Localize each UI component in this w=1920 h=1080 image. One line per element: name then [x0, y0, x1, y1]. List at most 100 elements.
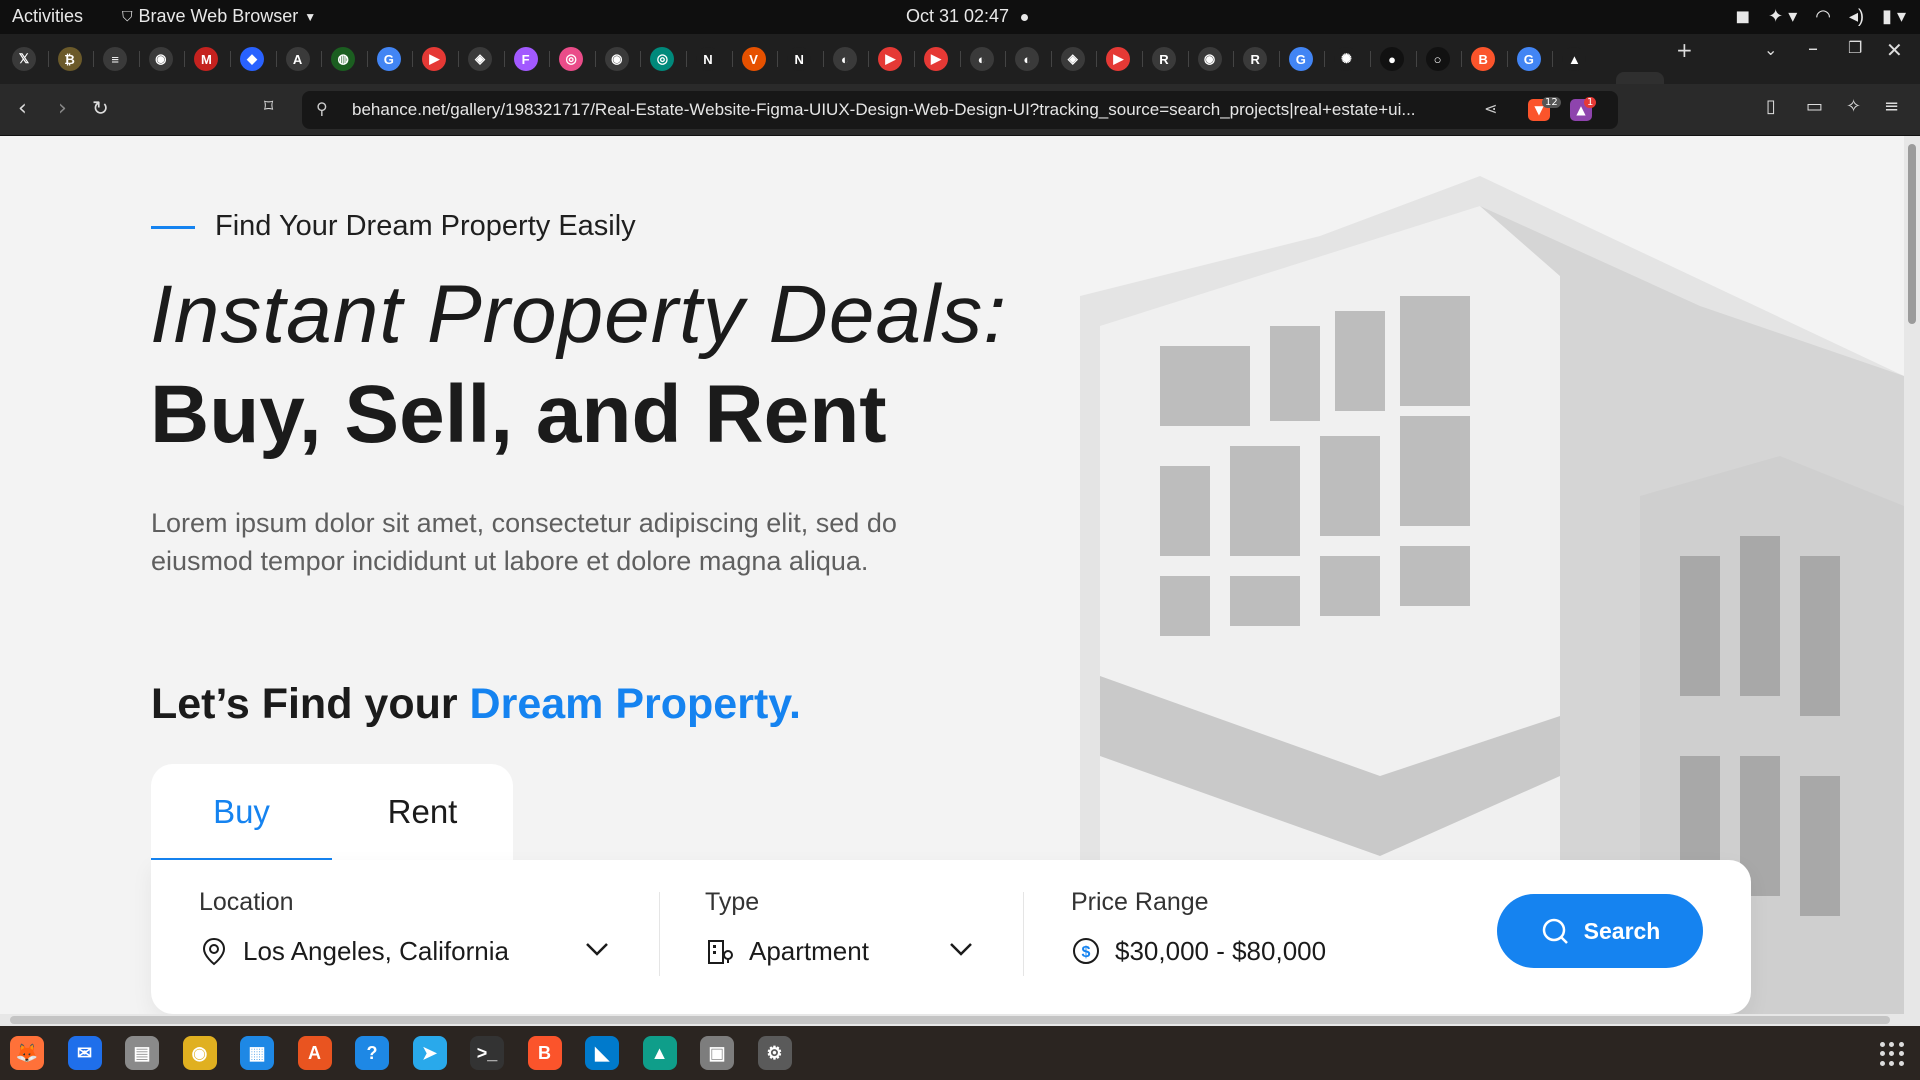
type-field[interactable]: Type Apartment — [705, 888, 972, 966]
system-tray[interactable]: ◼ ✦ ▾ ◠ ◂) ▮ ▾ — [1735, 6, 1906, 27]
tab-separator — [1005, 51, 1007, 67]
thunderbird-icon[interactable]: ✉ — [67, 1036, 102, 1070]
chevron-down-icon[interactable] — [583, 934, 611, 962]
coin-icon[interactable]: ₿ — [57, 47, 82, 71]
v-icon[interactable]: V — [741, 47, 766, 71]
chrome-icon[interactable]: ◉ — [604, 47, 629, 71]
reload-icon[interactable]: ↻ — [92, 96, 109, 120]
window-close-icon[interactable]: ✕ — [1886, 38, 1903, 62]
vscode-icon[interactable]: ◣ — [585, 1036, 619, 1070]
forward-icon[interactable]: › — [58, 96, 67, 121]
brave-icon[interactable]: B — [1471, 47, 1496, 71]
google-icon[interactable]: G — [1516, 47, 1541, 71]
discord-icon[interactable]: ◼ — [1735, 6, 1750, 27]
r-icon[interactable]: R — [1152, 47, 1176, 71]
tab-buy[interactable]: Buy — [151, 764, 332, 862]
sidebar-icon[interactable]: ▯ — [1766, 96, 1776, 117]
tab-separator — [1050, 51, 1052, 67]
green-icon[interactable]: ◍ — [331, 47, 356, 71]
help-icon[interactable]: ? — [355, 1036, 389, 1070]
youtube-icon[interactable]: ▶ — [1106, 47, 1131, 71]
activities-button[interactable]: Activities — [12, 6, 83, 27]
clock[interactable]: Oct 31 02:47 — [906, 6, 1029, 27]
show-apps-icon[interactable] — [1880, 1042, 1904, 1066]
dark-icon[interactable]: ● — [1380, 47, 1404, 71]
tab-separator — [1552, 51, 1554, 67]
share-icon[interactable]: ⋖ — [1484, 99, 1497, 118]
find-title-accent: Dream Property. — [469, 680, 801, 728]
search-icon — [1542, 918, 1568, 944]
screenshot-icon[interactable]: ▣ — [700, 1036, 734, 1070]
type-label: Type — [705, 888, 760, 916]
accessibility-icon[interactable]: ✦ ▾ — [1768, 6, 1797, 27]
github-icon[interactable]: ◐ — [832, 47, 857, 71]
pycharm-icon[interactable]: ▲ — [642, 1036, 677, 1070]
vertical-scrollbar[interactable] — [1904, 136, 1920, 1014]
telegram-icon[interactable]: ➤ — [412, 1036, 447, 1070]
field-divider — [659, 892, 660, 976]
dribbble-icon[interactable]: ◎ — [559, 47, 584, 71]
search-button[interactable]: Search — [1497, 894, 1703, 968]
bluebird-icon[interactable]: ◆ — [240, 47, 264, 71]
github-icon[interactable]: ◐ — [969, 47, 994, 71]
menu-icon[interactable]: ≡ — [1884, 96, 1899, 117]
chrome-icon[interactable]: ◉ — [148, 47, 173, 71]
settings-icon[interactable]: ⚙ — [757, 1036, 792, 1070]
url-text[interactable]: behance.net/gallery/198321717/Real-Estat… — [352, 100, 1416, 120]
location-field[interactable]: Location Los Angeles, California — [199, 888, 608, 966]
google-icon[interactable]: G — [376, 47, 401, 71]
github-icon[interactable]: ◐ — [1015, 47, 1040, 71]
google-icon[interactable]: G — [1288, 47, 1313, 71]
gmail-icon[interactable]: M — [194, 47, 219, 71]
triangle-icon[interactable]: ▲ — [1562, 47, 1587, 71]
youtube-icon[interactable]: ▶ — [878, 47, 903, 71]
brave-icon[interactable]: B — [527, 1036, 562, 1070]
chevron-down-icon: ▼ — [304, 9, 317, 24]
chevron-down-icon[interactable] — [947, 934, 975, 962]
stack-icon[interactable]: ≡ — [103, 47, 128, 71]
figma-icon[interactable]: F — [513, 47, 538, 71]
new-tab-button[interactable]: + — [1676, 38, 1693, 62]
site-info-icon[interactable]: ⚲ — [316, 99, 328, 118]
r-icon[interactable]: R — [1243, 47, 1268, 71]
notion-icon[interactable]: N — [787, 47, 812, 71]
bookmark-icon[interactable]: ⌑ — [264, 96, 273, 117]
minimize-icon[interactable]: – — [1808, 36, 1818, 60]
back-icon[interactable]: ‹ — [18, 96, 27, 121]
chrome-icon[interactable]: ◉ — [1197, 47, 1222, 71]
app-name-label: Brave Web Browser — [138, 6, 299, 26]
app-icon[interactable]: ◈ — [468, 47, 492, 71]
hero-headline-bold: Buy, Sell, and Rent — [150, 369, 887, 460]
rhythmbox-icon[interactable]: ◉ — [182, 1036, 217, 1070]
wallet-icon[interactable]: ▭ — [1806, 96, 1823, 117]
tab-separator — [138, 51, 140, 67]
teal-icon[interactable]: ◎ — [650, 47, 675, 71]
leo-ai-icon[interactable]: ✧ — [1846, 96, 1861, 117]
location-pin-icon — [202, 937, 226, 966]
price-range-field[interactable]: Price Range $ $30,000 - $80,000 — [1071, 888, 1586, 966]
tab-list-chevron-icon[interactable]: ⌄ — [1764, 40, 1777, 59]
tab-rent[interactable]: Rent — [332, 764, 513, 860]
app-menu[interactable]: ⛉ Brave Web Browser ▼ — [122, 6, 316, 27]
app-icon[interactable]: ◈ — [1060, 47, 1085, 71]
horizontal-scrollbar-thumb[interactable] — [10, 1016, 1890, 1024]
notion-icon[interactable]: N — [696, 47, 720, 71]
maximize-icon[interactable]: ❐ — [1848, 38, 1862, 57]
dark-icon[interactable]: ○ — [1425, 47, 1450, 71]
horizontal-scrollbar[interactable] — [0, 1014, 1920, 1026]
appcenter-icon[interactable]: A — [297, 1036, 332, 1070]
terminal-icon[interactable]: >_ — [470, 1036, 504, 1070]
vertical-scrollbar-thumb[interactable] — [1908, 144, 1916, 324]
address-bar[interactable]: ⚲ behance.net/gallery/198321717/Real-Est… — [302, 91, 1618, 129]
brave-shields-icon[interactable]: ▼ 12 — [1528, 97, 1561, 121]
youtube-icon[interactable]: ▶ — [422, 47, 447, 71]
firefox-icon[interactable]: 🦊 — [10, 1036, 44, 1070]
youtube-icon[interactable]: ▶ — [924, 47, 948, 71]
openai-icon[interactable]: ✺ — [1334, 47, 1359, 71]
brave-rewards-icon[interactable]: ▲ 1 — [1570, 97, 1597, 121]
buy-rent-tabs: Buy Rent — [151, 764, 513, 862]
circle-a-icon[interactable]: A — [285, 47, 310, 71]
x-icon[interactable]: 𝕏 — [12, 47, 36, 71]
writer-icon[interactable]: ▦ — [240, 1036, 274, 1070]
files-icon[interactable]: ▤ — [125, 1036, 159, 1070]
